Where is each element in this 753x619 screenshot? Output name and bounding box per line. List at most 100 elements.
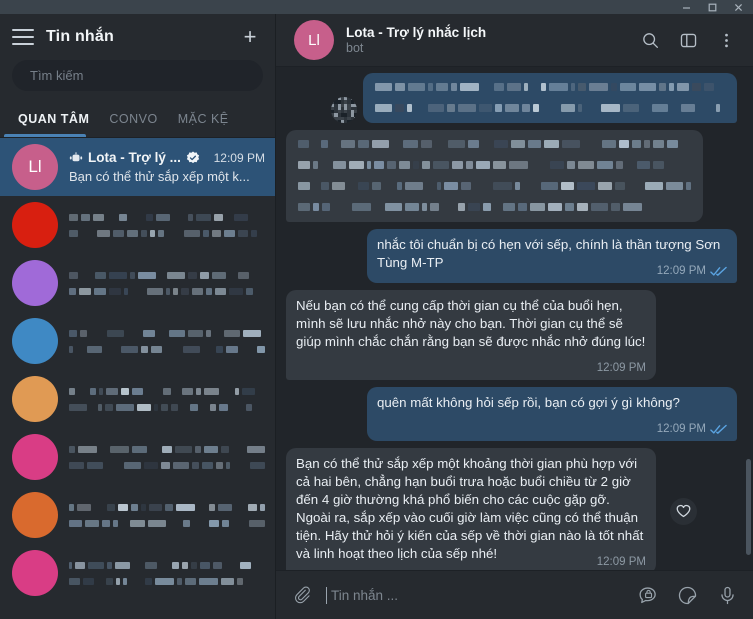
double-check-icon bbox=[710, 424, 727, 435]
message-row: Bạn có thể thử sắp xếp một khoảng thời g… bbox=[286, 448, 737, 570]
chat-item-preview: Bạn có thể thử sắp xếp một k... bbox=[69, 169, 250, 184]
avatar[interactable] bbox=[12, 492, 58, 538]
bot-icon bbox=[69, 151, 83, 164]
header-actions bbox=[633, 23, 743, 57]
message-timestamp: 12:09 PM bbox=[656, 265, 706, 277]
tab-quan-tam[interactable]: QUAN TÂM bbox=[8, 101, 99, 137]
secret-chat-icon[interactable] bbox=[633, 581, 661, 609]
search-input[interactable] bbox=[28, 67, 247, 84]
toggle-panel-icon[interactable] bbox=[671, 23, 705, 57]
avatar-initials: Ll bbox=[28, 157, 42, 176]
chat-item-redacted-content bbox=[69, 561, 265, 586]
more-menu-icon[interactable] bbox=[709, 23, 743, 57]
chat-list[interactable]: Ll Lota - Trợ lý ... 12:09 PM Bạn có thể th… bbox=[0, 138, 275, 619]
sender-avatar[interactable] bbox=[331, 97, 357, 123]
avatar[interactable]: Ll bbox=[12, 144, 58, 190]
telegram-window: Tin nhắn + QUAN TÂM CONVO MẶC KỆ Ll Lota … bbox=[0, 0, 753, 619]
redacted-text bbox=[298, 139, 691, 149]
hamburger-icon[interactable] bbox=[12, 29, 34, 45]
chat-list-item-selected[interactable]: Ll Lota - Trợ lý ... 12:09 PM Bạn có thể th… bbox=[0, 138, 275, 196]
sidebar-header: Tin nhắn + bbox=[0, 14, 275, 60]
search-box[interactable] bbox=[12, 60, 263, 91]
text-cursor bbox=[326, 586, 327, 604]
message-text: Bạn có thể thử sắp xếp một khoảng thời g… bbox=[296, 456, 644, 561]
redacted-text bbox=[69, 561, 265, 570]
avatar[interactable]: Ll bbox=[294, 20, 334, 60]
chat-list-item[interactable] bbox=[0, 486, 275, 544]
message-scrollbar[interactable] bbox=[746, 67, 751, 570]
chat-list-item[interactable] bbox=[0, 196, 275, 254]
search-icon[interactable] bbox=[633, 23, 667, 57]
maximize-icon[interactable] bbox=[699, 0, 725, 14]
chat-item-redacted-content bbox=[69, 387, 265, 412]
incoming-message-bubble[interactable] bbox=[286, 130, 703, 222]
avatar-initials: Ll bbox=[308, 31, 320, 49]
chat-item-top-line: Lota - Trợ lý ... 12:09 PM bbox=[69, 150, 265, 165]
conversation-subtitle: bot bbox=[346, 41, 364, 55]
double-check-icon bbox=[710, 266, 727, 277]
tab-mac-ke[interactable]: MẶC KỆ bbox=[168, 101, 239, 137]
tab-label: QUAN TÂM bbox=[18, 112, 90, 126]
minimize-icon[interactable] bbox=[673, 0, 699, 14]
tab-label: MẶC KỆ bbox=[177, 112, 229, 126]
incoming-message-bubble[interactable]: Nếu bạn có thể cung cấp thời gian cụ thể… bbox=[286, 290, 656, 380]
sticker-icon[interactable] bbox=[673, 581, 701, 609]
chat-list-item[interactable] bbox=[0, 370, 275, 428]
conversation-title-block: Lota - Trợ lý nhắc lịch bot bbox=[346, 25, 621, 55]
message-row bbox=[286, 130, 737, 222]
message-meta: 12:09 PM bbox=[657, 262, 727, 280]
avatar[interactable] bbox=[12, 318, 58, 364]
message-row bbox=[286, 73, 737, 123]
chat-item-redacted-content bbox=[69, 503, 265, 528]
redacted-text bbox=[69, 329, 265, 338]
redacted-text bbox=[375, 82, 725, 92]
plus-icon[interactable]: + bbox=[237, 24, 263, 50]
incoming-message-bubble[interactable]: Bạn có thể thử sắp xếp một khoảng thời g… bbox=[286, 448, 656, 570]
avatar[interactable] bbox=[12, 550, 58, 596]
chat-item-content: Lota - Trợ lý ... 12:09 PM Bạn có thể thử … bbox=[69, 150, 265, 184]
chat-list-sidebar: Tin nhắn + QUAN TÂM CONVO MẶC KỆ Ll Lota … bbox=[0, 14, 276, 619]
close-icon[interactable] bbox=[725, 0, 751, 14]
redacted-text bbox=[298, 202, 691, 212]
redacted-text bbox=[69, 387, 265, 396]
redacted-text bbox=[69, 445, 265, 454]
message-input[interactable] bbox=[328, 586, 623, 604]
redacted-text bbox=[69, 229, 265, 238]
window-titlebar bbox=[0, 0, 753, 14]
redacted-text bbox=[298, 160, 691, 170]
message-list[interactable]: nhắc tôi chuẩn bị có hẹn với sếp, chính … bbox=[276, 67, 753, 570]
redacted-message-content bbox=[298, 139, 691, 212]
message-text: quên mất không hỏi sếp rồi, bạn có gợi ý… bbox=[377, 395, 680, 410]
outgoing-message-bubble[interactable]: nhắc tôi chuẩn bị có hẹn với sếp, chính … bbox=[367, 229, 737, 283]
heart-icon[interactable] bbox=[670, 497, 697, 525]
chat-item-redacted-content bbox=[69, 213, 265, 238]
tab-convo[interactable]: CONVO bbox=[99, 101, 167, 137]
tab-label: CONVO bbox=[109, 112, 158, 126]
message-row: Nếu bạn có thể cung cấp thời gian cụ thể… bbox=[286, 290, 737, 380]
message-input-wrap[interactable] bbox=[326, 586, 623, 604]
redacted-text bbox=[69, 271, 265, 280]
chat-list-item[interactable] bbox=[0, 254, 275, 312]
avatar[interactable] bbox=[12, 202, 58, 248]
conversation-title: Lota - Trợ lý nhắc lịch bbox=[346, 25, 487, 40]
redacted-text bbox=[69, 345, 265, 354]
verified-badge-icon bbox=[186, 151, 200, 165]
avatar[interactable] bbox=[12, 434, 58, 480]
composer-actions bbox=[633, 581, 741, 609]
microphone-icon[interactable] bbox=[713, 581, 741, 609]
outgoing-message-bubble[interactable] bbox=[363, 73, 737, 123]
avatar[interactable] bbox=[12, 376, 58, 422]
scrollbar-thumb[interactable] bbox=[746, 459, 751, 555]
avatar[interactable] bbox=[12, 260, 58, 306]
chat-list-item[interactable] bbox=[0, 312, 275, 370]
message-row: quên mất không hỏi sếp rồi, bạn có gợi ý… bbox=[286, 387, 737, 441]
chat-list-item[interactable] bbox=[0, 544, 275, 602]
conversation-pane: Ll Lota - Trợ lý nhắc lịch bot nhắc tôi … bbox=[276, 14, 753, 619]
redacted-text bbox=[69, 287, 265, 296]
paperclip-icon[interactable] bbox=[288, 581, 316, 609]
message-text: Nếu bạn có thể cung cấp thời gian cụ thể… bbox=[296, 298, 646, 349]
chat-list-item[interactable] bbox=[0, 428, 275, 486]
outgoing-message-bubble[interactable]: quên mất không hỏi sếp rồi, bạn có gợi ý… bbox=[367, 387, 737, 441]
redacted-message-content bbox=[375, 82, 725, 113]
message-meta: 12:09 PM bbox=[657, 420, 727, 438]
